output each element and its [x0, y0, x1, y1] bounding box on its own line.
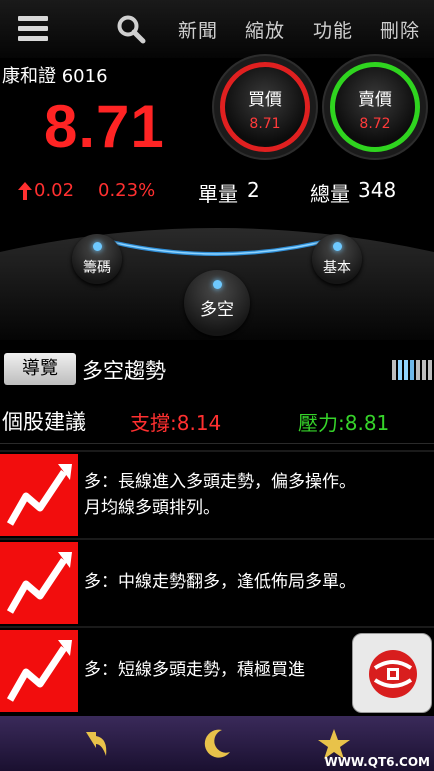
unit-volume: 2 [247, 178, 260, 202]
section-title: 多空趨勢 [82, 359, 166, 383]
trend-up-icon [0, 542, 78, 624]
buy-price-button[interactable]: 買價 8.71 [220, 62, 310, 152]
long-short-label: 多空 [200, 300, 234, 320]
broker-logo-button[interactable] [352, 633, 432, 713]
watermark: WWW.QT6.COM [324, 755, 430, 769]
nav-zoom[interactable]: 縮放 [245, 16, 285, 43]
trend-long-text-1: 多：長線進入多頭走勢，偏多操作。 [84, 472, 356, 492]
chips-button[interactable]: 籌碼 [72, 234, 122, 284]
resistance-price: 壓力:8.81 [298, 411, 390, 435]
up-arrow-icon [18, 182, 32, 200]
nav-news[interactable]: 新聞 [178, 16, 218, 43]
bottom-toolbar: WWW.QT6.COM [0, 716, 434, 771]
advice-title: 個股建議 [2, 410, 86, 434]
search-icon[interactable] [116, 14, 146, 44]
navigation-dial: 籌碼 基本 多空 [0, 212, 434, 340]
trend-long-text-2: 月均線多頭排列。 [84, 498, 220, 518]
chips-label: 籌碼 [83, 260, 111, 276]
trend-up-icon [0, 630, 78, 712]
guide-button[interactable]: 導覽 [4, 353, 76, 385]
sell-price: 8.72 [359, 115, 391, 132]
fundamental-button[interactable]: 基本 [312, 234, 362, 284]
sell-price-button[interactable]: 賣價 8.72 [330, 62, 420, 152]
total-volume-label: 總量 [310, 182, 350, 206]
signal-strength-icon [392, 360, 432, 380]
top-toolbar: 新聞 縮放 功能 刪除 [0, 0, 434, 58]
menu-icon[interactable] [18, 16, 48, 42]
section-header: 導覽 多空趨勢 [0, 348, 434, 392]
unit-volume-label: 單量 [198, 182, 238, 206]
support-price: 支撐:8.14 [130, 411, 222, 435]
sell-label: 賣價 [358, 89, 392, 110]
nav-function[interactable]: 功能 [313, 16, 353, 43]
buy-price: 8.71 [249, 115, 281, 132]
logo-icon [369, 650, 417, 698]
trend-short-text: 多：短線多頭走勢，積極買進 [84, 660, 305, 680]
buy-label: 買價 [248, 89, 282, 110]
trend-mid-text: 多：中線走勢翻多，逢低佈局多單。 [84, 572, 356, 592]
last-price: 8.71 [44, 93, 165, 160]
stock-advice-row: 個股建議 支撐:8.14 壓力:8.81 [0, 398, 434, 444]
trend-row-long[interactable]: 多：長線進入多頭走勢，偏多操作。 月均線多頭排列。 [0, 450, 434, 536]
long-short-button[interactable]: 多空 [184, 270, 250, 336]
stock-name-code: 康和證 6016 [2, 66, 108, 87]
trend-up-icon [0, 454, 78, 536]
back-icon[interactable] [78, 726, 114, 762]
fundamental-label: 基本 [323, 260, 351, 276]
total-volume: 348 [358, 178, 397, 202]
nav-delete[interactable]: 刪除 [380, 16, 420, 43]
moon-icon[interactable] [200, 726, 236, 762]
trend-row-mid[interactable]: 多：中線走勢翻多，逢低佈局多單。 [0, 538, 434, 624]
price-change-pct: 0.23% [98, 180, 156, 201]
price-change: 0.02 [34, 180, 75, 201]
